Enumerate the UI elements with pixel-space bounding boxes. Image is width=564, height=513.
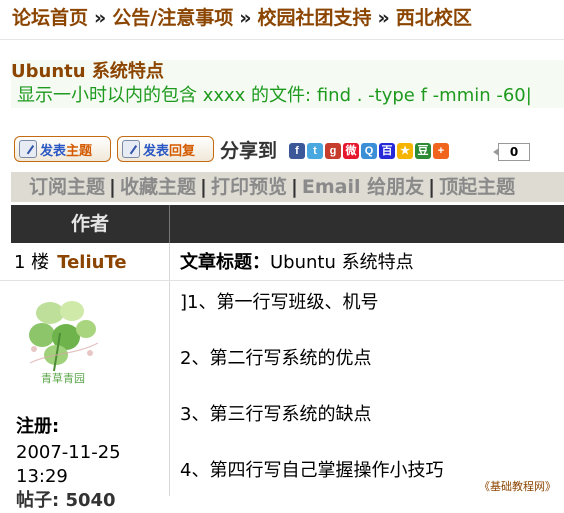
register-date: 2007-11-25 bbox=[16, 442, 121, 463]
new-topic-label-part2: 主题 bbox=[66, 143, 93, 159]
reply-label-part2: 回复 bbox=[169, 143, 196, 159]
tqq-icon[interactable]: Q bbox=[361, 143, 377, 159]
reply-button[interactable]: 发表 回复 bbox=[117, 136, 214, 162]
breadcrumb-announcements[interactable]: 公告/注意事项 bbox=[112, 7, 233, 29]
subject-text: Ubuntu 系统特点 bbox=[270, 252, 414, 273]
subscribe-topic-link[interactable]: 订阅主题 bbox=[29, 176, 105, 198]
avatar-caption: 青草青园 bbox=[41, 372, 85, 385]
post-floor: 1 楼 TeliuTe bbox=[14, 251, 127, 275]
breadcrumb-separator: » bbox=[377, 7, 390, 29]
baidu-icon[interactable]: 百 bbox=[379, 143, 395, 159]
post-author-link[interactable]: TeliuTe bbox=[57, 252, 126, 273]
breadcrumb-club-support[interactable]: 校园社团支持 bbox=[258, 7, 372, 29]
email-friend-link[interactable]: Email 给朋友 bbox=[302, 176, 424, 198]
more-icon[interactable]: + bbox=[433, 143, 449, 159]
action-bar: 发表 主题 发表 回复 分享到 f t g 微 Q 百 ★ 豆 + 0 bbox=[14, 136, 564, 166]
topic-title: Ubuntu 系统特点 bbox=[11, 61, 164, 82]
post-body-line: ]1、第一行写班级、机号 bbox=[180, 292, 379, 313]
breadcrumb-separator: » bbox=[94, 7, 107, 29]
breadcrumb-separator: » bbox=[239, 7, 252, 29]
share-label: 分享到 bbox=[220, 140, 278, 162]
topic-header: Ubuntu 系统特点 显示一小时以内的包含 xxxx 的文件: find . … bbox=[11, 60, 564, 108]
qzone-icon[interactable]: ★ bbox=[397, 143, 413, 159]
douban-icon[interactable]: 豆 bbox=[415, 143, 431, 159]
reply-label-part1: 发表 bbox=[143, 143, 170, 159]
pen-icon bbox=[122, 140, 140, 158]
googleplus-icon[interactable]: g bbox=[325, 143, 341, 159]
share-icons: f t g 微 Q 百 ★ 豆 + bbox=[289, 143, 449, 159]
weibo-icon[interactable]: 微 bbox=[343, 143, 359, 159]
breadcrumb-divider bbox=[0, 39, 564, 40]
topic-snippet: 显示一小时以内的包含 xxxx 的文件: find . -type f -mmi… bbox=[17, 85, 532, 106]
post-subject: 文章标题：Ubuntu 系统特点 bbox=[180, 251, 414, 275]
breadcrumb-northwest-campus[interactable]: 西北校区 bbox=[396, 7, 472, 29]
favorite-topic-link[interactable]: 收藏主题 bbox=[120, 176, 196, 198]
author-column-header: 作者 bbox=[70, 213, 109, 235]
register-time: 13:29 bbox=[16, 466, 68, 487]
print-preview-link[interactable]: 打印预览 bbox=[211, 176, 287, 198]
breadcrumb: 论坛首页» 公告/注意事项» 校园社团支持» 西北校区 bbox=[12, 4, 472, 32]
post-row: 1 楼 TeliuTe 文章标题：Ubuntu 系统特点 青草青园 注册: 200… bbox=[0, 243, 564, 511]
thread-tools-bar: 订阅主题 | 收藏主题 | 打印预览 | Email 给朋友 | 顶起主题 bbox=[11, 172, 564, 202]
post-count: 帖子: 5040 bbox=[16, 490, 116, 511]
post-body-line: 3、第三行写系统的缺点 bbox=[180, 404, 372, 425]
register-label: 注册: bbox=[16, 416, 60, 437]
breadcrumb-forum-home[interactable]: 论坛首页 bbox=[12, 7, 88, 29]
pen-icon bbox=[19, 140, 37, 158]
bump-topic-link[interactable]: 顶起主题 bbox=[439, 176, 515, 198]
site-watermark: 《基础教程网》 bbox=[477, 478, 558, 494]
post-body-line: 2、第二行写系统的优点 bbox=[180, 348, 372, 369]
posts-table-header: 作者 bbox=[11, 205, 564, 243]
post-body-line: 4、第四行写自己掌握操作小技巧 bbox=[180, 460, 444, 481]
new-topic-button[interactable]: 发表 主题 bbox=[14, 136, 111, 162]
twitter-icon[interactable]: t bbox=[307, 143, 323, 159]
floor-number: 1 楼 bbox=[14, 252, 50, 273]
new-topic-label-part1: 发表 bbox=[40, 143, 67, 159]
facebook-icon[interactable]: f bbox=[289, 143, 305, 159]
share-count: 0 bbox=[493, 143, 530, 161]
subject-label: 文章标题： bbox=[180, 252, 270, 273]
